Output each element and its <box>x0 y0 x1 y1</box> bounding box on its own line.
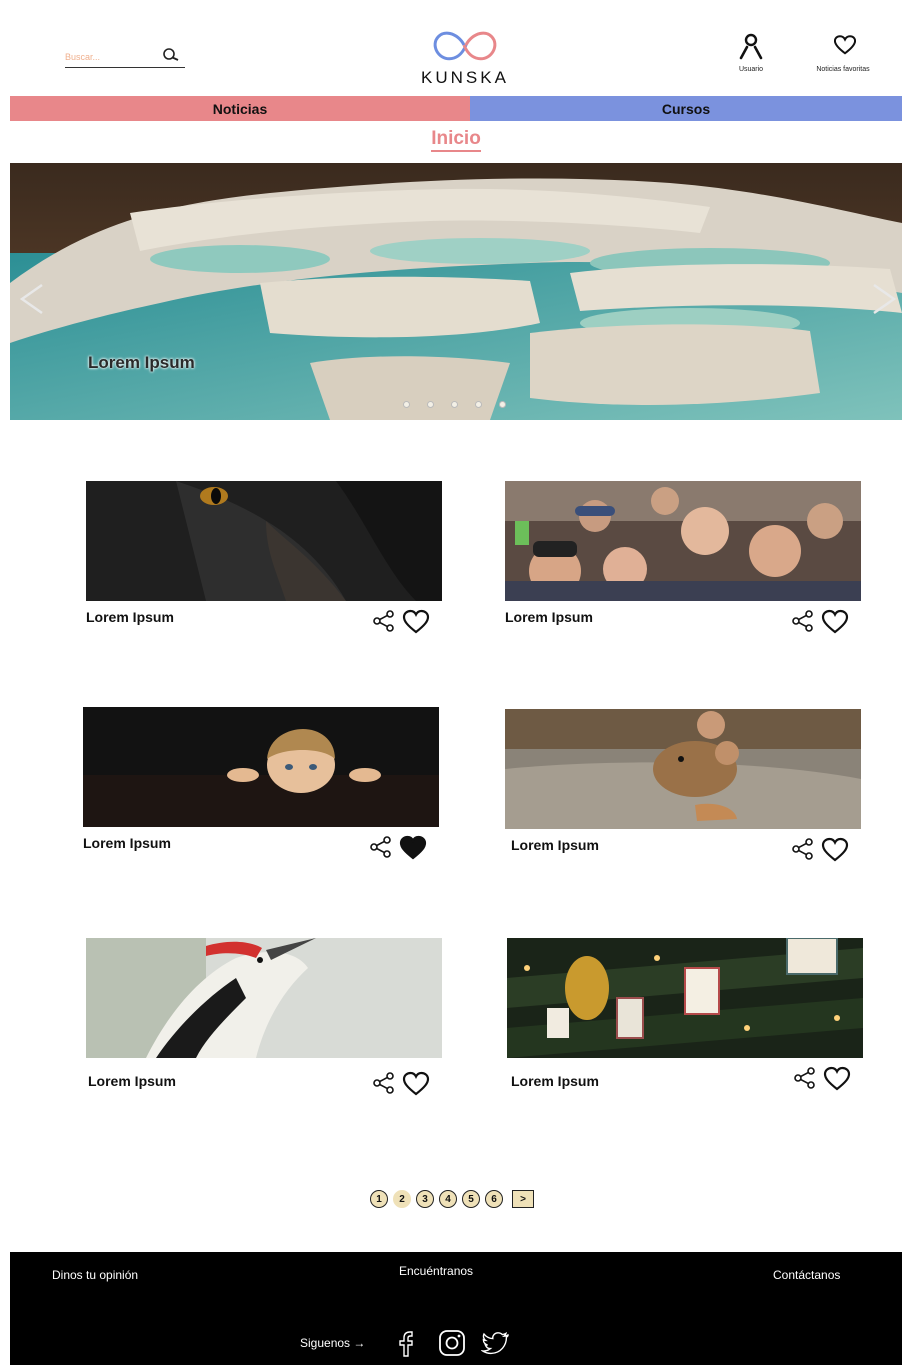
news-title[interactable]: Lorem Ipsum <box>86 609 174 625</box>
news-title[interactable]: Lorem Ipsum <box>88 1073 176 1089</box>
news-card: Lorem Ipsum <box>86 938 442 1096</box>
news-title[interactable]: Lorem Ipsum <box>505 609 593 625</box>
contact-link[interactable]: Contáctanos <box>773 1268 840 1282</box>
prev-slide-icon[interactable] <box>18 279 48 319</box>
page-4-button[interactable]: 4 <box>439 1190 457 1208</box>
news-image-child-peeking[interactable] <box>83 707 439 827</box>
next-page-button[interactable]: > <box>512 1190 534 1208</box>
twitter-icon[interactable] <box>481 1328 511 1358</box>
news-actions <box>791 835 855 863</box>
news-image-crowd[interactable] <box>505 481 861 601</box>
news-image-mouse[interactable] <box>505 709 861 829</box>
favorites-label: Noticias favoritas <box>816 66 870 73</box>
news-image-black-cat[interactable] <box>86 481 442 601</box>
tab-noticias[interactable]: Noticias <box>10 96 470 121</box>
news-title[interactable]: Lorem Ipsum <box>511 837 599 853</box>
share-icon[interactable] <box>791 609 815 633</box>
carousel-dots <box>403 401 523 411</box>
heart-icon[interactable] <box>402 609 430 635</box>
search-icon[interactable] <box>161 46 181 64</box>
page-2-button[interactable]: 2 <box>393 1190 411 1208</box>
logo[interactable]: KUNSKA <box>410 24 520 88</box>
page-1-button[interactable]: 1 <box>370 1190 388 1208</box>
heart-filled-icon[interactable] <box>399 835 427 861</box>
next-slide-icon[interactable] <box>868 279 898 319</box>
news-title[interactable]: Lorem Ipsum <box>83 835 171 851</box>
heart-icon <box>834 35 856 55</box>
news-image-christmas-tree[interactable] <box>507 938 863 1058</box>
search-input[interactable] <box>65 48 155 66</box>
news-actions <box>793 1064 857 1092</box>
user-button[interactable]: Usuario <box>726 32 776 82</box>
logo-rings-icon <box>433 31 497 61</box>
follow-us-label: Siguenos → <box>300 1336 366 1350</box>
news-card: Lorem Ipsum <box>83 707 439 860</box>
user-icon <box>739 33 763 60</box>
feedback-link[interactable]: Dinos tu opinión <box>52 1268 138 1282</box>
carousel-dot[interactable] <box>451 401 458 408</box>
news-actions <box>372 1069 436 1097</box>
hero-image[interactable] <box>10 163 902 420</box>
news-actions <box>791 607 855 635</box>
carousel-dot[interactable] <box>403 401 410 408</box>
news-card: Lorem Ipsum <box>507 938 863 1091</box>
news-card: Lorem Ipsum <box>86 481 442 634</box>
page-6-button[interactable]: 6 <box>485 1190 503 1208</box>
find-us-link[interactable]: Encuéntranos <box>399 1264 473 1278</box>
news-image-woodpecker[interactable] <box>86 938 442 1058</box>
news-title[interactable]: Lorem Ipsum <box>511 1073 599 1089</box>
favorites-button[interactable]: Noticias favoritas <box>798 32 888 82</box>
search-bar <box>65 44 185 68</box>
pagination: 1 2 3 4 5 6 > <box>370 1190 534 1208</box>
carousel-dot[interactable] <box>427 401 434 408</box>
hero-caption[interactable]: Lorem Ipsum <box>88 353 195 373</box>
main-nav: Noticias Cursos <box>10 96 902 121</box>
hero-carousel: Lorem Ipsum <box>10 163 902 420</box>
share-icon[interactable] <box>372 609 396 633</box>
news-actions <box>372 607 436 635</box>
news-card: Lorem Ipsum <box>505 709 861 862</box>
news-card: Lorem Ipsum <box>505 481 861 634</box>
site-footer: Dinos tu opinión Encuéntranos Contáctano… <box>10 1252 902 1365</box>
page-5-button[interactable]: 5 <box>462 1190 480 1208</box>
facebook-icon[interactable] <box>392 1328 422 1358</box>
heart-icon[interactable] <box>821 837 849 863</box>
share-icon[interactable] <box>369 835 393 859</box>
logo-text: KUNSKA <box>421 68 509 87</box>
share-icon[interactable] <box>791 837 815 861</box>
page-title: Inicio <box>10 128 902 152</box>
site-header: KUNSKA Usuario Noticias favoritas <box>10 0 902 96</box>
news-actions <box>369 833 433 861</box>
tab-cursos[interactable]: Cursos <box>470 96 902 121</box>
instagram-icon[interactable] <box>437 1328 467 1358</box>
share-icon[interactable] <box>793 1066 817 1090</box>
heart-icon[interactable] <box>402 1071 430 1097</box>
share-icon[interactable] <box>372 1071 396 1095</box>
carousel-dot[interactable] <box>499 401 506 408</box>
page-3-button[interactable]: 3 <box>416 1190 434 1208</box>
carousel-dot[interactable] <box>475 401 482 408</box>
heart-icon[interactable] <box>823 1066 851 1092</box>
heart-icon[interactable] <box>821 609 849 635</box>
user-label: Usuario <box>738 66 764 73</box>
page-title-text[interactable]: Inicio <box>431 128 481 152</box>
